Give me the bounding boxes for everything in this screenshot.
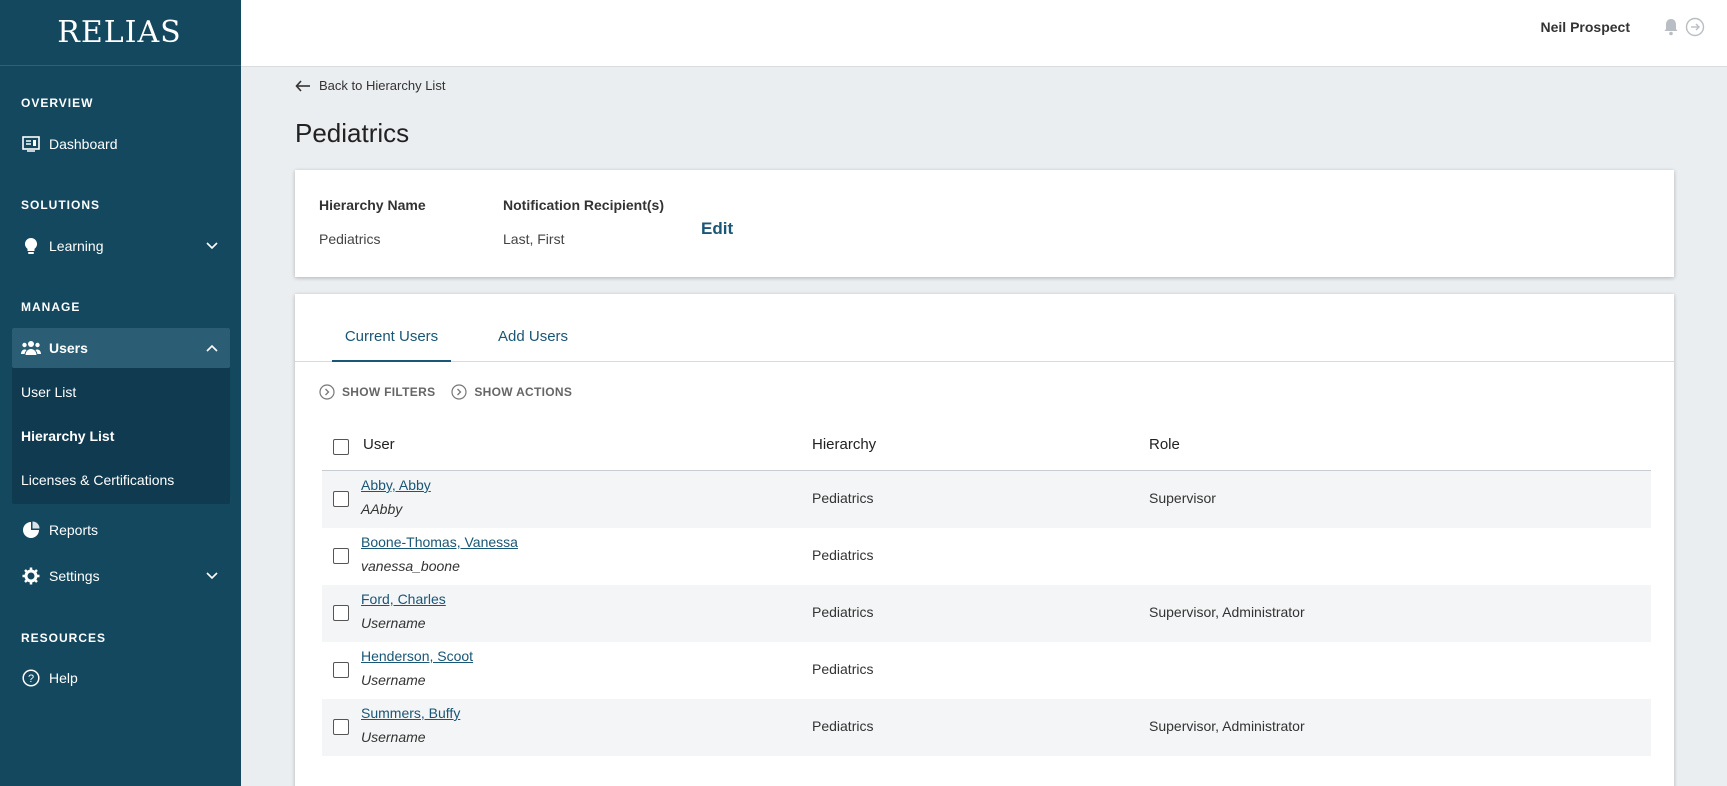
user-name-link[interactable]: Summers, Buffy xyxy=(361,705,460,721)
chevron-down-icon xyxy=(206,242,218,250)
users-nav-group: Users User List Hierarchy List Licenses … xyxy=(12,328,230,504)
chevron-up-icon xyxy=(206,344,218,352)
sidebar-item-label: Dashboard xyxy=(49,136,118,152)
chevron-down-icon xyxy=(206,572,218,580)
edit-button[interactable]: Edit xyxy=(701,219,733,239)
section-label-solutions: SOLUTIONS xyxy=(21,198,101,212)
sidebar-item-label: Learning xyxy=(49,238,104,254)
help-icon: ? xyxy=(21,668,41,688)
user-hierarchy: Pediatrics xyxy=(812,490,874,506)
user-role: Supervisor, Administrator xyxy=(1149,718,1305,734)
pie-chart-icon xyxy=(21,520,41,540)
logout-icon[interactable] xyxy=(1685,17,1705,37)
show-actions-label: SHOW ACTIONS xyxy=(474,385,573,399)
sidebar-item-help[interactable]: ? Help xyxy=(12,658,230,698)
users-card: Current Users Add Users SHOW FILTERS SHO… xyxy=(295,294,1674,786)
show-filters-toggle[interactable]: SHOW FILTERS xyxy=(319,384,435,400)
show-actions-toggle[interactable]: SHOW ACTIONS xyxy=(451,384,572,400)
arrow-left-icon xyxy=(295,79,310,92)
section-label-overview: OVERVIEW xyxy=(21,96,94,110)
table-row: Henderson, Scoot Username Pediatrics xyxy=(322,642,1651,699)
back-to-hierarchy-link[interactable]: Back to Hierarchy List xyxy=(295,78,445,93)
hierarchy-name-label: Hierarchy Name xyxy=(319,197,426,213)
column-header-user[interactable]: User xyxy=(363,436,395,453)
gear-icon xyxy=(21,566,41,586)
notification-recipients-label: Notification Recipient(s) xyxy=(503,197,665,213)
svg-text:?: ? xyxy=(28,673,34,685)
user-name-link[interactable]: Abby, Abby xyxy=(361,477,431,493)
user-login: Username xyxy=(361,672,426,688)
table-row: Ford, Charles Username Pediatrics Superv… xyxy=(322,585,1651,642)
top-header: Neil Prospect xyxy=(241,0,1727,67)
sidebar-item-label: Help xyxy=(49,670,78,686)
sidebar-item-users[interactable]: Users xyxy=(12,328,230,368)
users-icon xyxy=(21,338,41,358)
row-checkbox[interactable] xyxy=(333,548,349,564)
show-filters-label: SHOW FILTERS xyxy=(342,385,436,399)
user-hierarchy: Pediatrics xyxy=(812,718,874,734)
sidebar-item-label: Reports xyxy=(49,522,99,538)
tab-add-users[interactable]: Add Users xyxy=(498,328,568,362)
back-link-label: Back to Hierarchy List xyxy=(319,78,446,93)
user-role: Supervisor, Administrator xyxy=(1149,604,1305,620)
user-hierarchy: Pediatrics xyxy=(812,604,874,620)
select-all-checkbox[interactable] xyxy=(333,439,349,455)
section-label-manage: MANAGE xyxy=(21,300,81,314)
section-label-resources: RESOURCES xyxy=(21,631,107,645)
row-checkbox[interactable] xyxy=(333,605,349,621)
sidebar-item-learning[interactable]: Learning xyxy=(12,226,230,266)
user-hierarchy: Pediatrics xyxy=(812,547,874,563)
row-checkbox[interactable] xyxy=(333,719,349,735)
user-login: vanessa_boone xyxy=(361,558,460,574)
table-row: Boone-Thomas, Vanessa vanessa_boone Pedi… xyxy=(322,528,1651,585)
tab-bar: Current Users Add Users xyxy=(295,294,1674,362)
chevron-circle-right-icon xyxy=(319,384,335,400)
user-name-link[interactable]: Ford, Charles xyxy=(361,591,446,607)
sidebar-item-label: Users xyxy=(49,340,88,356)
sidebar-subitem-licenses[interactable]: Licenses & Certifications xyxy=(21,472,174,488)
users-table: User Hierarchy Role Abby, Abby AAbby Ped… xyxy=(322,424,1651,756)
user-name-link[interactable]: Boone-Thomas, Vanessa xyxy=(361,534,518,550)
user-login: Username xyxy=(361,615,426,631)
dashboard-icon xyxy=(21,134,41,154)
lightbulb-icon xyxy=(21,236,41,256)
notification-recipients-value: Last, First xyxy=(503,231,565,247)
user-role: Supervisor xyxy=(1149,490,1216,506)
chevron-circle-right-icon xyxy=(451,384,467,400)
column-header-hierarchy[interactable]: Hierarchy xyxy=(812,436,876,453)
user-login: AAbby xyxy=(361,501,403,517)
sidebar-item-dashboard[interactable]: Dashboard xyxy=(12,124,230,164)
sidebar: RELIAS OVERVIEW Dashboard SOLUTIONS Lear… xyxy=(0,0,241,786)
table-row: Abby, Abby AAbby Pediatrics Supervisor xyxy=(322,471,1651,528)
hierarchy-info-card: Hierarchy Name Pediatrics Notification R… xyxy=(295,170,1674,277)
sidebar-item-settings[interactable]: Settings xyxy=(12,556,230,596)
relias-logo[interactable]: RELIAS xyxy=(0,0,241,66)
user-hierarchy: Pediatrics xyxy=(812,661,874,677)
sidebar-item-reports[interactable]: Reports xyxy=(12,510,230,550)
sidebar-item-label: Settings xyxy=(49,568,100,584)
table-row: Summers, Buffy Username Pediatrics Super… xyxy=(322,699,1651,756)
hierarchy-name-value: Pediatrics xyxy=(319,231,381,247)
table-header: User Hierarchy Role xyxy=(322,424,1651,471)
user-login: Username xyxy=(361,729,426,745)
row-checkbox[interactable] xyxy=(333,491,349,507)
row-checkbox[interactable] xyxy=(333,662,349,678)
tab-current-users[interactable]: Current Users xyxy=(332,328,451,362)
bell-icon[interactable] xyxy=(1661,17,1681,37)
column-header-role[interactable]: Role xyxy=(1149,436,1180,453)
user-name-link[interactable]: Henderson, Scoot xyxy=(361,648,473,664)
user-name[interactable]: Neil Prospect xyxy=(1541,19,1630,35)
sidebar-subitem-hierarchy-list[interactable]: Hierarchy List xyxy=(21,428,114,444)
table-toggles: SHOW FILTERS SHOW ACTIONS xyxy=(319,384,572,400)
sidebar-subitem-user-list[interactable]: User List xyxy=(21,384,76,400)
page-title: Pediatrics xyxy=(295,118,410,148)
